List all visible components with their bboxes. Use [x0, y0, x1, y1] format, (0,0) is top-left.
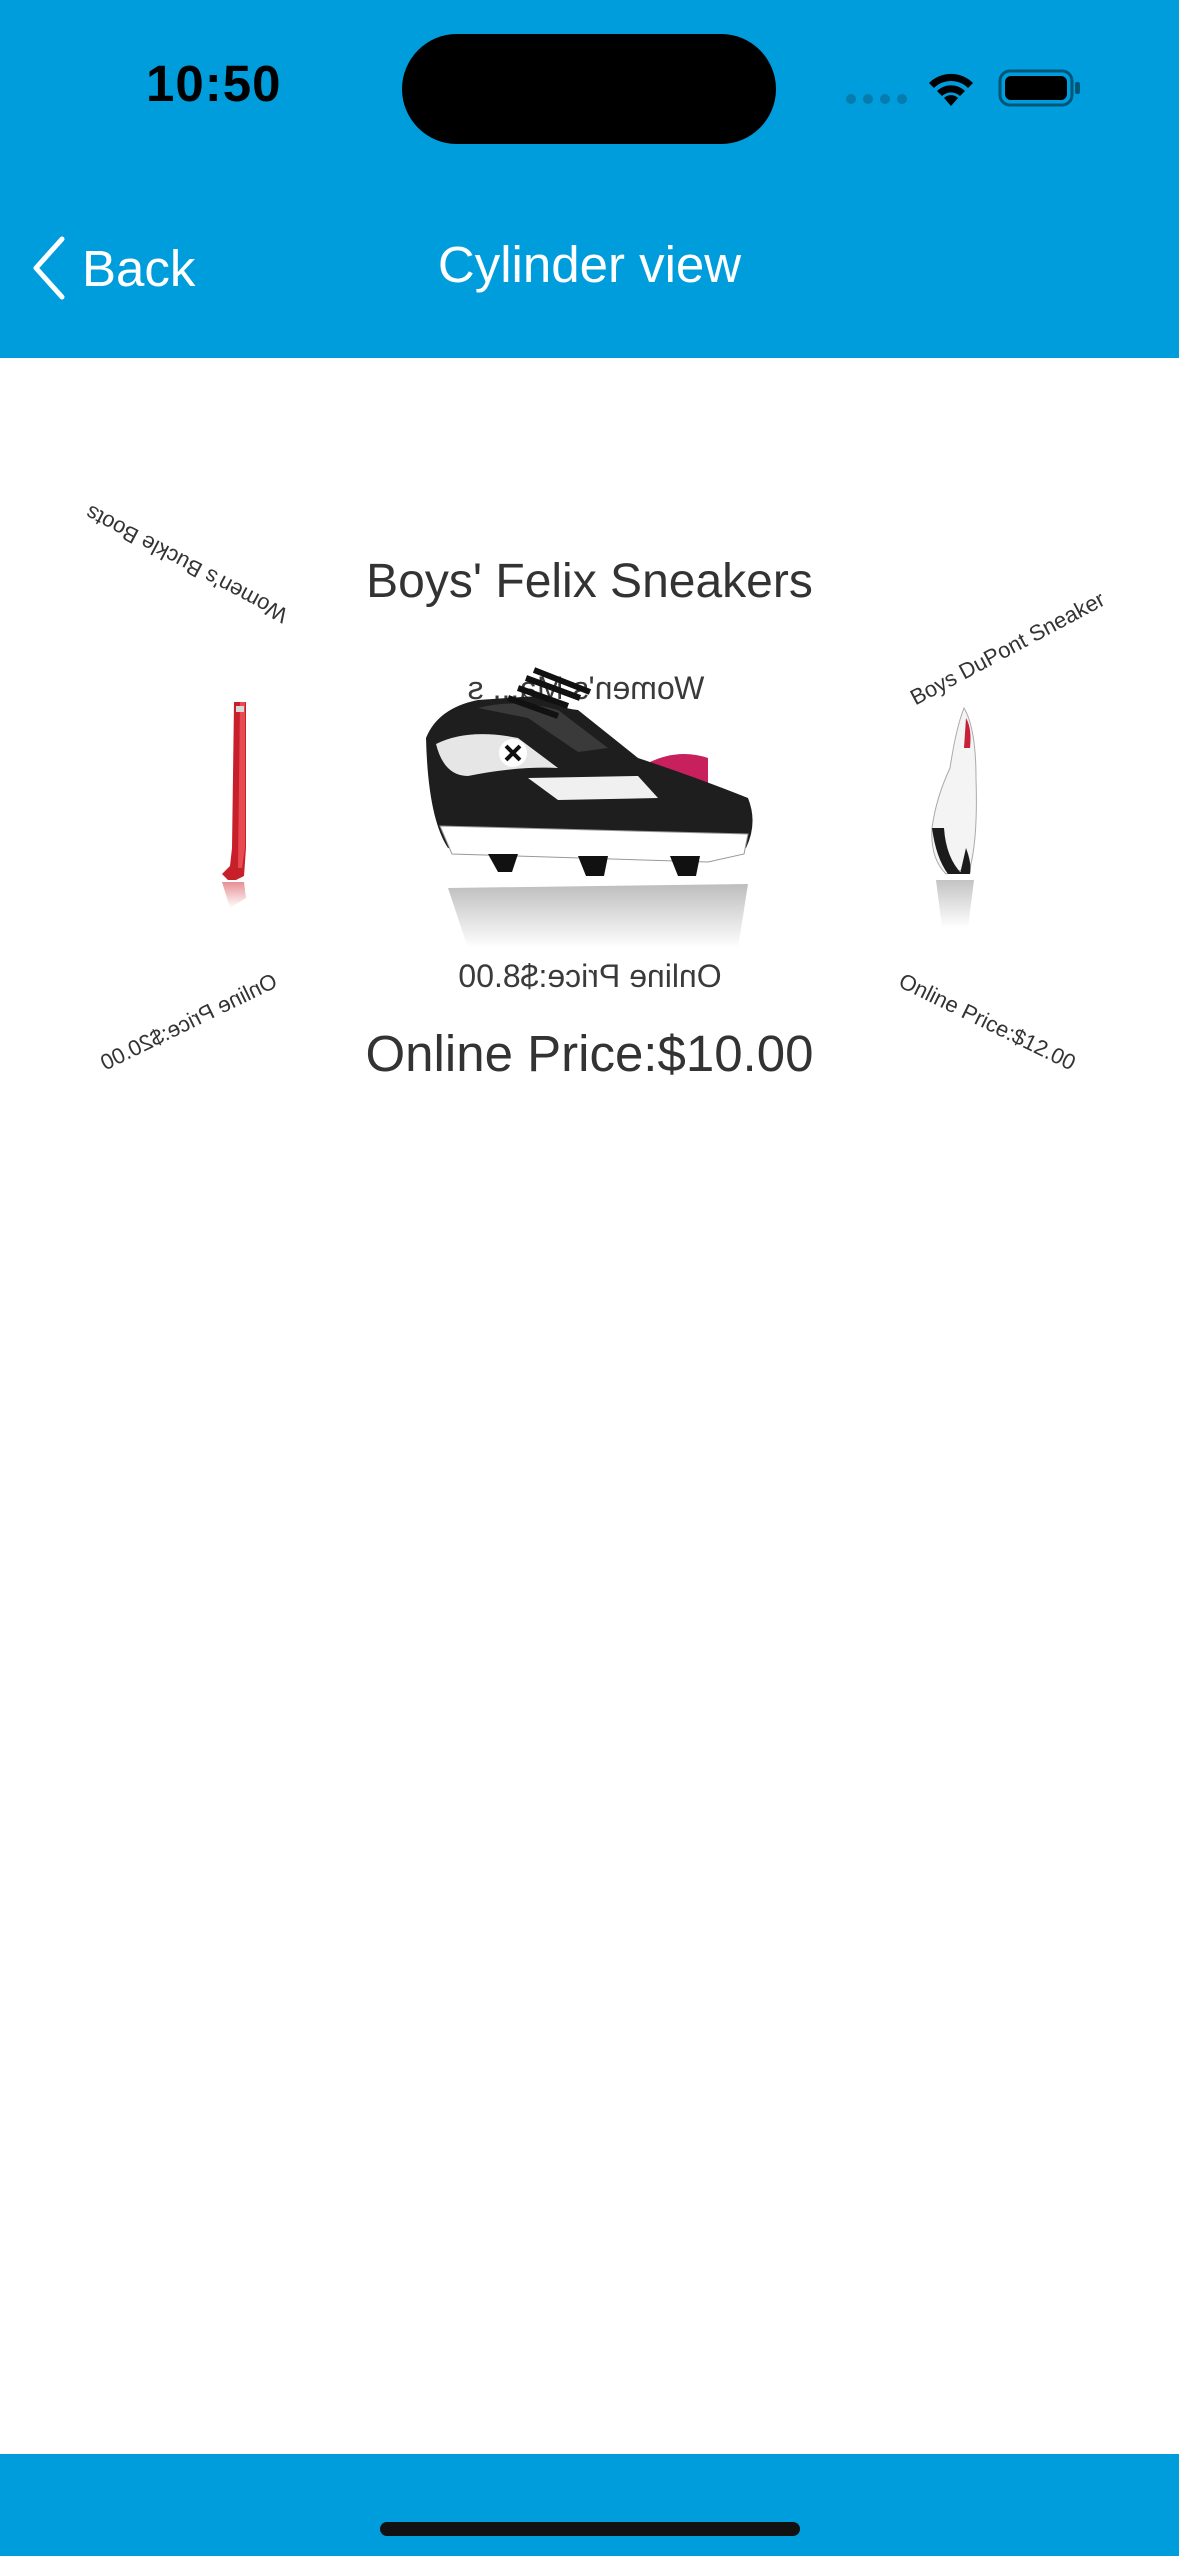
- cylinder-carousel[interactable]: Women's Buckle Boots Online Price:$20.00…: [0, 358, 1179, 2454]
- battery-icon: [998, 69, 1080, 107]
- page-title: Cylinder view: [437, 236, 742, 293]
- center-item-title: Boys' Felix Sneakers: [366, 555, 813, 608]
- home-indicator[interactable]: [380, 2522, 800, 2536]
- status-time: 10:50: [146, 55, 282, 112]
- boot-image: [222, 702, 246, 908]
- dynamic-island: [402, 34, 776, 144]
- chevron-left-icon: [33, 236, 65, 300]
- sneaker-image[interactable]: [408, 648, 768, 978]
- back-button[interactable]: Back: [28, 230, 195, 306]
- carousel-item-right[interactable]: Boys DuPont Sneaker Online Price:$12.00: [880, 586, 1109, 1075]
- center-item-price: Online Price:$10.00: [365, 1025, 814, 1082]
- back-label: Back: [82, 239, 196, 297]
- wifi-icon: [929, 73, 973, 106]
- footer-bar: [0, 2454, 1179, 2556]
- carousel-item-left[interactable]: Women's Buckle Boots Online Price:$20.00: [81, 500, 310, 1075]
- cleat-image: [931, 706, 977, 928]
- header: 10:50 Back Cylinder view: [0, 0, 1179, 358]
- cellular-signal-icon: [846, 94, 907, 104]
